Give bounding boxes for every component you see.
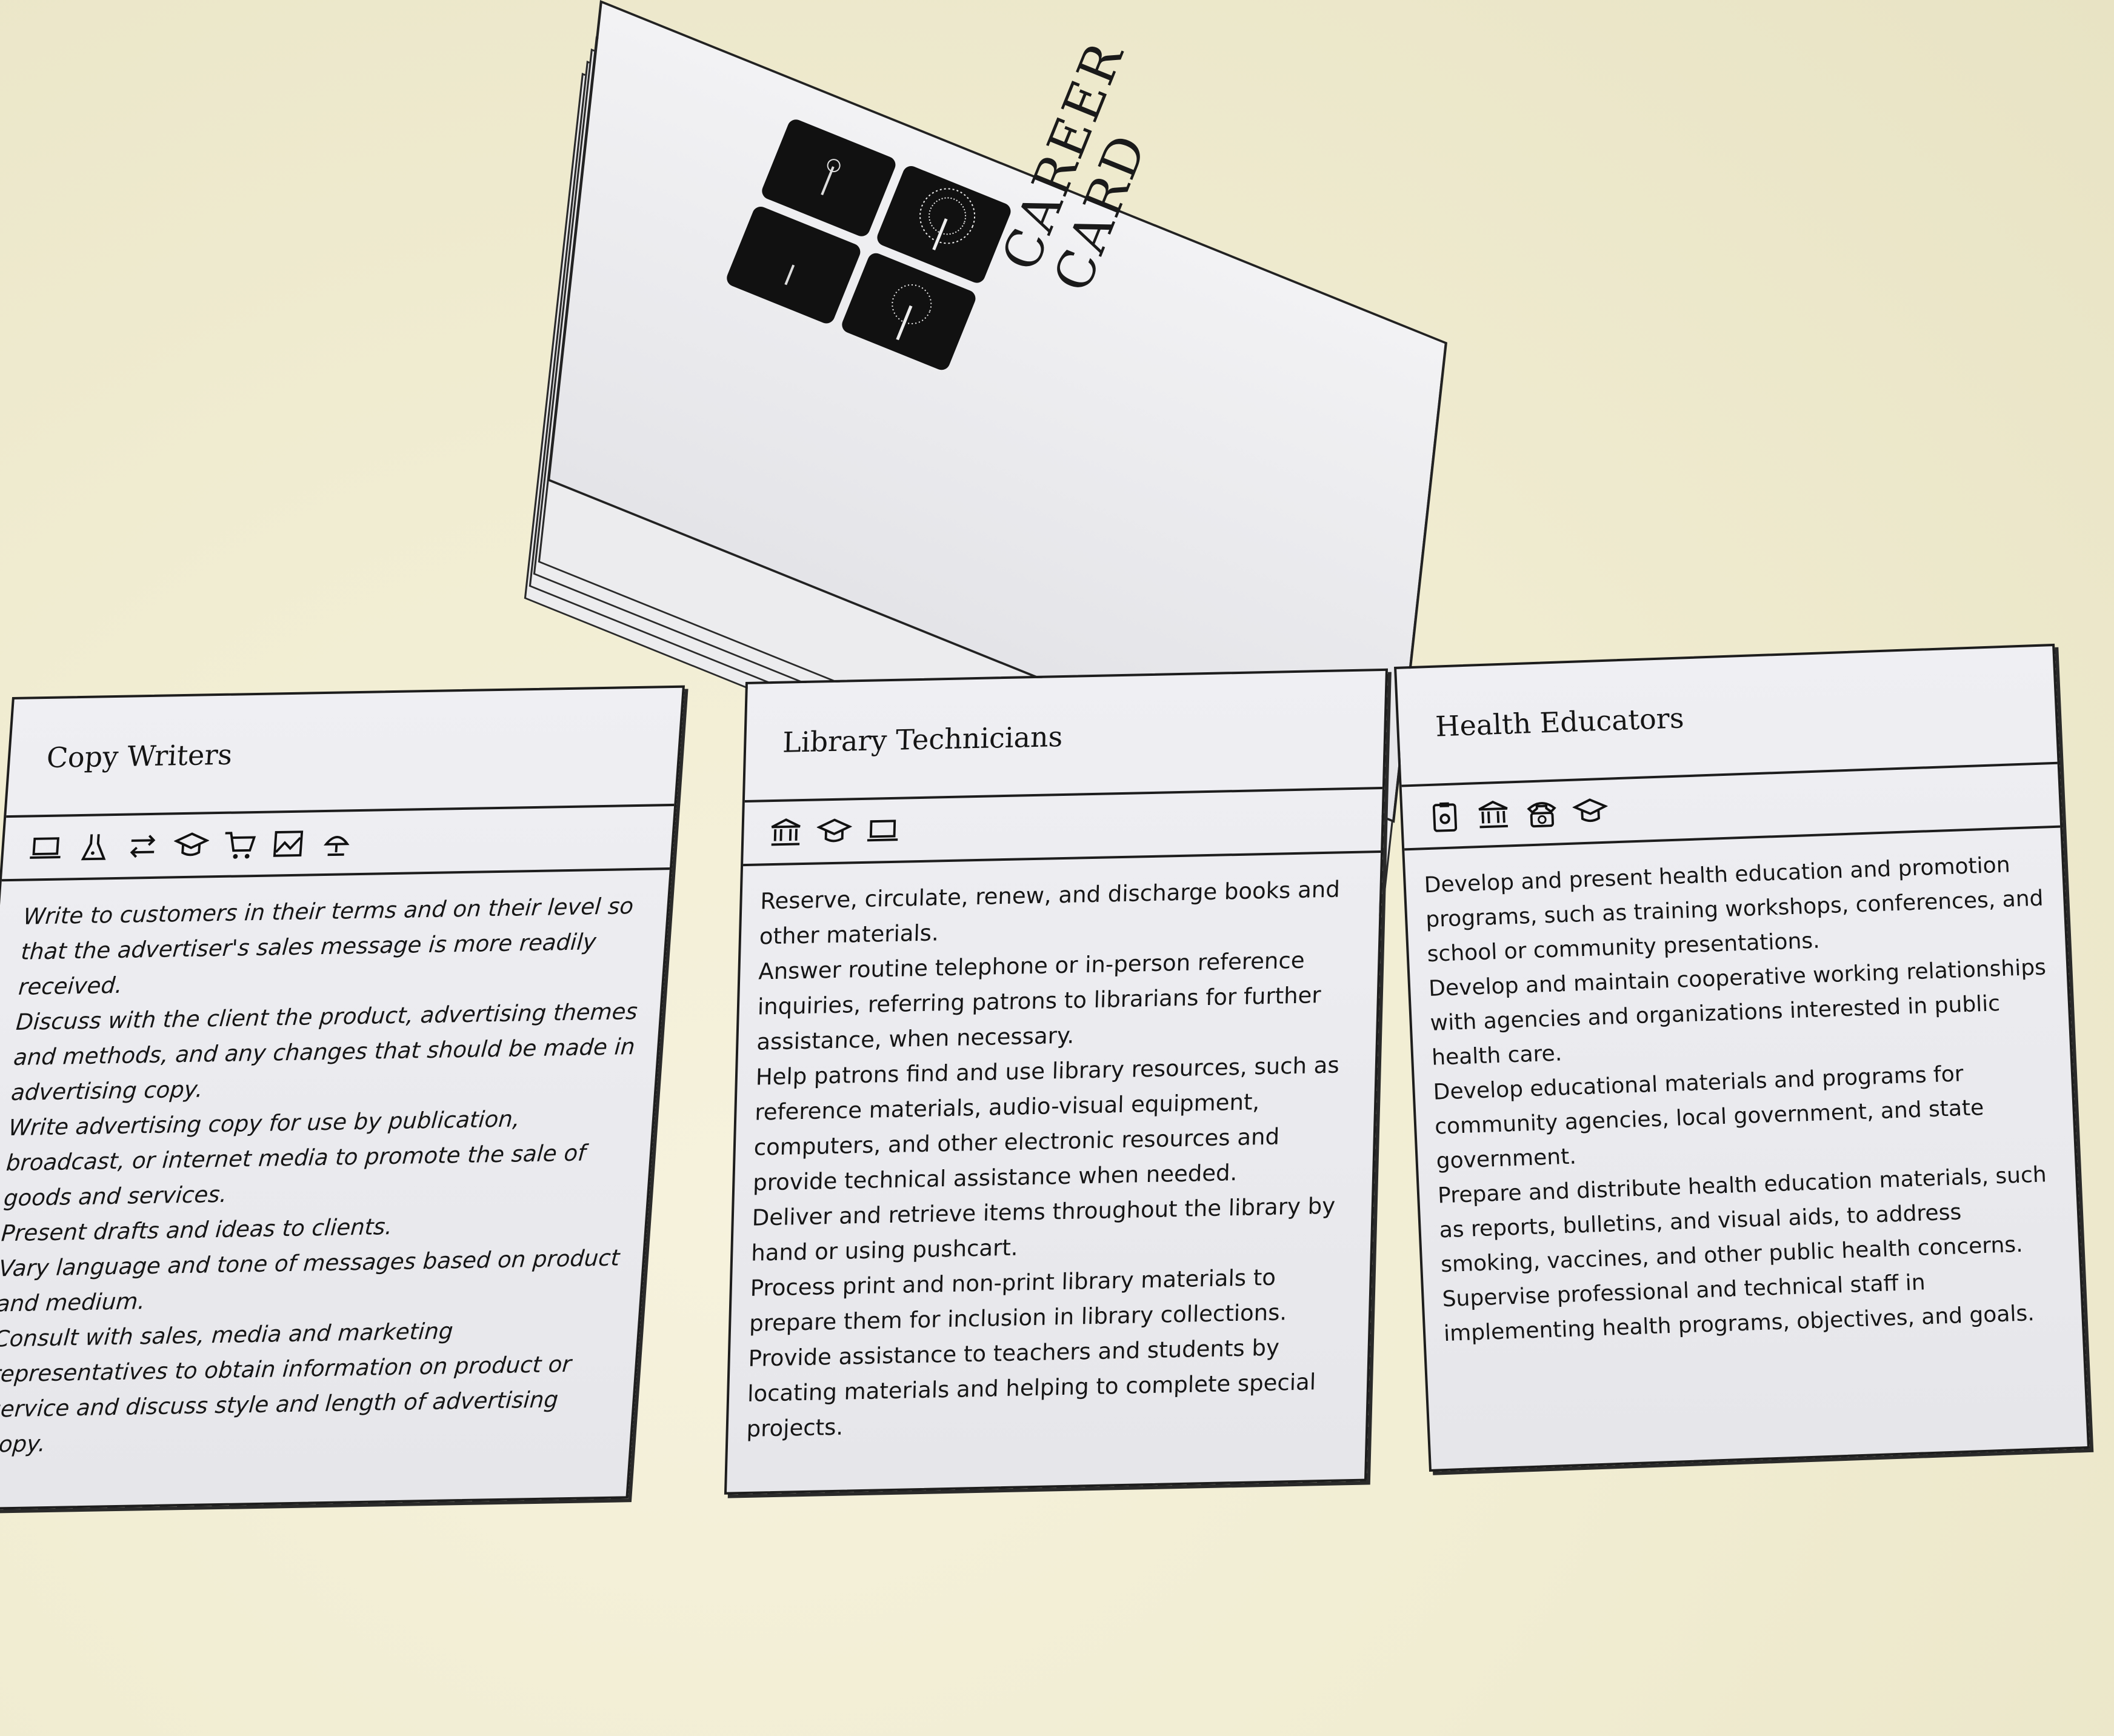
card-title: Library Technicians (744, 670, 1385, 803)
task-item: Deliver and retrieve items throughout th… (750, 1192, 1336, 1266)
graduation-cap-icon (816, 818, 853, 842)
task-item: Answer routine telephone or in-person re… (756, 947, 1322, 1055)
task-item: Help patrons find and use library resour… (752, 1052, 1340, 1196)
laptop-icon (867, 819, 898, 841)
laptop-icon (30, 836, 61, 859)
task-item: Write advertising copy for use by public… (2, 1106, 587, 1212)
task-item: Process print and non-print library mate… (749, 1264, 1287, 1337)
card-icon-row (743, 789, 1382, 867)
shopping-cart-icon (225, 831, 256, 859)
bank-building-icon (1478, 800, 1509, 828)
desk-lamp-icon (324, 835, 350, 856)
task-item: Provide assistance to teachers and stude… (746, 1334, 1316, 1442)
clipboard-heart-icon (1432, 802, 1458, 832)
chart-image-icon (273, 830, 304, 857)
task-item: Consult with sales, media and marketing … (0, 1318, 573, 1458)
career-card-health-educators: Health Educators Develop and present hea… (1394, 643, 2090, 1472)
flask-icon (81, 833, 106, 860)
card-title: Copy Writers (6, 687, 682, 818)
card-title: Health Educators (1396, 646, 2058, 787)
career-card-library-technicians: Library Technicians Reserve, circulate, … (724, 668, 1388, 1495)
card-task-list: Develop and present health education and… (1424, 846, 2070, 1351)
task-item: Write to customers in their terms and on… (18, 893, 635, 1000)
card-task-list: Reserve, circulate, renew, and discharge… (746, 871, 1368, 1446)
graduation-cap-icon (1572, 798, 1609, 822)
task-item: Vary language and tone of messages based… (0, 1244, 621, 1317)
graduation-cap-icon (173, 832, 210, 856)
bank-building-icon (771, 818, 801, 846)
telephone-icon (1527, 801, 1556, 827)
card-task-list: Write to customers in their terms and on… (0, 888, 656, 1462)
arrows-exchange-icon (130, 834, 156, 858)
card-icon-row (1, 806, 675, 882)
task-item: Prepare and distribute health education … (1437, 1162, 2047, 1278)
photo-scene: CAREER CARD Copy Writers Write to custom… (0, 0, 2114, 1736)
task-item: Reserve, circulate, renew, and discharge… (759, 876, 1341, 950)
career-card-copy-writers: Copy Writers Write to customers in their… (0, 685, 685, 1511)
task-item: Discuss with the client the product, adv… (10, 998, 639, 1106)
